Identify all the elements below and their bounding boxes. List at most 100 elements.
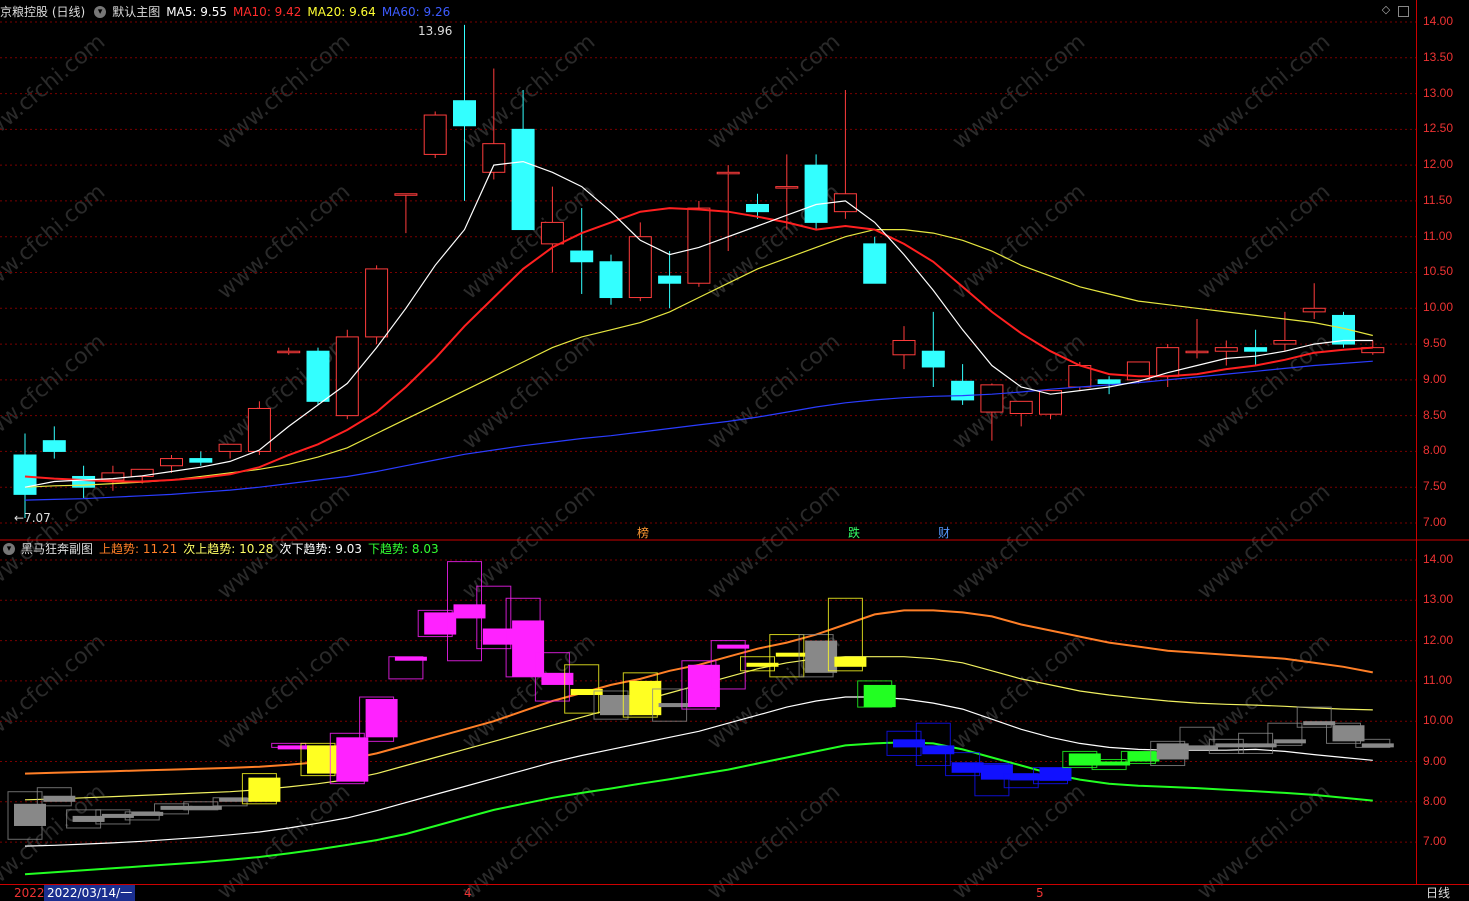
sub-body-box [863, 684, 896, 708]
diamond-icon[interactable]: ◇ [1380, 4, 1392, 16]
watermark-text: www.cfchi.com [948, 479, 1090, 604]
chart-menu-icon[interactable]: ▾ [94, 6, 107, 18]
candle-body [247, 407, 271, 452]
sub-chart-name[interactable]: 黑马狂奔副图 [21, 540, 93, 558]
main-axis-tick: 8.00 [1423, 443, 1447, 458]
watermark-text: www.cfchi.com [0, 629, 110, 754]
sub-body-box [14, 803, 46, 826]
watermark-text: www.cfchi.com [213, 179, 355, 304]
candle-body [13, 454, 37, 495]
watermark-text: www.cfchi.com [703, 29, 845, 154]
sub-axis-tick: 11.00 [1423, 672, 1453, 687]
event-marker-die[interactable]: 跌 [848, 524, 860, 541]
watermark-text: www.cfchi.com [213, 629, 355, 754]
main-chart-name[interactable]: 默认主图 [112, 3, 160, 21]
candle-body [1185, 350, 1209, 354]
sub-body-box [394, 656, 427, 661]
sub-body-box [43, 795, 76, 802]
watermark-text: www.cfchi.com [458, 779, 600, 900]
date-axis: 2022 2022/03/14/一 4 5 日线 [0, 884, 1469, 901]
trend-down-label: 下趋势: 8.03 [368, 542, 439, 556]
sub-body-box [1361, 743, 1394, 748]
sub-chart-menu-icon[interactable]: ▾ [3, 543, 15, 555]
watermark-text: www.cfchi.com [0, 329, 110, 454]
main-axis-tick: 13.00 [1423, 85, 1454, 100]
candle-body [746, 204, 769, 213]
sub-body-box [834, 656, 867, 667]
candle-body [306, 350, 330, 402]
sub-axis-tick: 7.00 [1423, 834, 1447, 849]
main-axis-tick: 10.50 [1423, 264, 1454, 279]
trend-down2-line [24, 696, 1373, 847]
candle-body [394, 193, 418, 196]
chart-canvas[interactable]: www.cfchi.com www.cfchi.com www.cfchi.com w… [0, 0, 1469, 900]
sub-body-box [717, 644, 750, 649]
candle-body [716, 171, 740, 175]
window-restore-icon[interactable] [1398, 6, 1409, 17]
watermark-text: www.cfchi.com [948, 779, 1090, 900]
watermark-text: www.cfchi.com [1193, 29, 1335, 154]
candle-body [658, 275, 682, 284]
stock-chart-window: www.cfchi.com www.cfchi.com www.cfchi.com w… [0, 0, 1469, 901]
sub-body-box [307, 745, 339, 774]
main-axis-tick: 13.50 [1423, 49, 1454, 64]
candle-body [833, 193, 857, 213]
sub-body-box [277, 745, 310, 750]
candle-body [453, 100, 476, 127]
stock-name[interactable]: 京粮控股 (日线) [0, 3, 85, 21]
watermark-text: www.cfchi.com [0, 29, 110, 154]
candle-body [423, 114, 447, 155]
candle-body [951, 380, 975, 401]
sub-body-box [189, 805, 222, 810]
main-axis-tick: 7.00 [1423, 514, 1447, 529]
sub-body-box [541, 672, 574, 685]
event-marker-cai[interactable]: 财 [938, 524, 950, 541]
candle-body [980, 384, 1004, 413]
sub-axis-tick: 8.00 [1423, 793, 1447, 808]
sub-body-box [893, 739, 925, 748]
candle-body [775, 186, 799, 189]
main-axis-tick: 12.50 [1423, 121, 1454, 136]
sub-axis-tick: 14.00 [1423, 552, 1454, 566]
trend-down-line [24, 741, 1373, 876]
sub-body-box [629, 680, 662, 716]
candle-body [1156, 347, 1180, 377]
sub-body-box [248, 777, 281, 802]
high-price-label: 13.96 [418, 24, 453, 38]
period-button[interactable]: 日线 [1426, 885, 1450, 901]
sub-body-box [424, 612, 457, 635]
watermark-text: www.cfchi.com [703, 329, 845, 454]
sub-body-box [160, 805, 193, 810]
sub-body-box [658, 703, 691, 708]
watermark-text: www.cfchi.com [1193, 479, 1335, 604]
watermark-text: www.cfchi.com [458, 329, 600, 454]
ma10-label: MA10: 9.42 [232, 5, 302, 19]
candle-body [365, 268, 389, 338]
candle-body [687, 207, 711, 284]
trend-down2-label: 次下趋势: 9.03 [279, 542, 363, 556]
candle-body [570, 250, 594, 263]
sub-axis-tick: 10.00 [1423, 713, 1454, 728]
sub-body-box [775, 652, 808, 657]
sub-body-box [746, 662, 779, 667]
main-axis-tick: 9.00 [1423, 371, 1447, 386]
sub-body-box [1215, 743, 1248, 748]
candle-body [160, 458, 183, 467]
sub-axis-tick: 9.00 [1423, 753, 1447, 768]
event-marker-bang[interactable]: 榜 [637, 524, 649, 541]
candle-body [1097, 379, 1121, 384]
main-axis-tick: 8.50 [1423, 407, 1447, 422]
watermark-text: www.cfchi.com [703, 479, 845, 604]
sub-axis-tick: 12.00 [1423, 632, 1454, 647]
sub-body-box [1127, 751, 1160, 762]
candle-body [218, 443, 242, 452]
month-mark-4: 4 [464, 886, 472, 900]
sub-price-axis: 14.00 13.00 12.00 11.00 10.00 9.00 8.00 7.00 [1416, 540, 1469, 884]
sub-body-box [687, 664, 720, 708]
sub-body-box [219, 797, 252, 802]
sub-body-box [805, 640, 838, 673]
sub-body-box [365, 699, 398, 738]
watermark-text: www.cfchi.com [948, 29, 1090, 154]
sub-body-box [600, 695, 632, 716]
sub-body-box [1273, 739, 1306, 744]
